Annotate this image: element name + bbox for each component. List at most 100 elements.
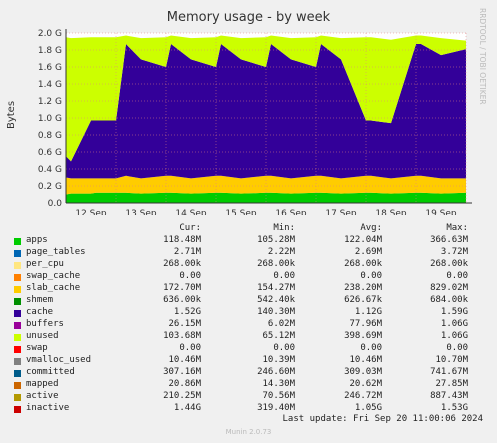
legend-swatch bbox=[14, 298, 21, 305]
legend-max: 1.59G bbox=[440, 307, 468, 317]
legend-header-cur: Cur: bbox=[179, 223, 201, 233]
memory-chart: 0.0 0.2 G 0.4 G 0.6 G 0.8 G 1.0 G 1.2 G 1.4 G 1.… bbox=[6, 29, 472, 215]
legend-min: 2.22M bbox=[267, 247, 295, 257]
legend-row-per_cpu: per_cpu 268.00k 268.00k 268.00k 268.00k bbox=[0, 259, 497, 271]
legend-row-apps: apps 118.48M 105.28M 122.04M 366.63M bbox=[0, 235, 497, 247]
y-tick-label: 0.8 G bbox=[38, 131, 62, 141]
legend-avg: 77.96M bbox=[349, 319, 382, 329]
legend-min: 6.02M bbox=[267, 319, 295, 329]
last-update: Last update: Fri Sep 20 11:00:06 2024 bbox=[282, 414, 483, 424]
y-tick-label: 1.0 G bbox=[38, 114, 62, 124]
legend-cur: 118.48M bbox=[163, 235, 201, 245]
legend-name: committed bbox=[26, 367, 75, 377]
y-tick-label: 1.4 G bbox=[38, 80, 62, 90]
legend-name: per_cpu bbox=[26, 259, 64, 269]
y-tick-label: 0.4 G bbox=[38, 165, 62, 175]
legend-cur: 0.00 bbox=[179, 271, 201, 281]
legend-name: apps bbox=[26, 235, 48, 245]
legend-swatch bbox=[14, 262, 21, 269]
legend-cur: 210.25M bbox=[163, 391, 201, 401]
legend-cur: 172.70M bbox=[163, 283, 201, 293]
legend-max: 741.67M bbox=[430, 367, 468, 377]
legend-max: 10.70M bbox=[435, 355, 468, 365]
munin-version: Munin 2.0.73 bbox=[225, 428, 272, 436]
legend-name: inactive bbox=[26, 403, 70, 413]
legend-cur: 26.15M bbox=[168, 319, 201, 329]
legend-max: 887.43M bbox=[430, 391, 468, 401]
legend-max: 1.53G bbox=[440, 403, 468, 413]
x-tick-label: 17 Sep bbox=[325, 209, 357, 215]
y-tick-label: 1.8 G bbox=[38, 46, 62, 56]
legend-max: 829.02M bbox=[430, 283, 468, 293]
legend-name: buffers bbox=[26, 319, 64, 329]
x-tick-label: 16 Sep bbox=[275, 209, 307, 215]
legend-row-swap_cache: swap_cache 0.00 0.00 0.00 0.00 bbox=[0, 271, 497, 283]
y-tick-label: 2.0 G bbox=[38, 29, 62, 39]
legend-max: 1.06G bbox=[440, 319, 468, 329]
legend-name: page_tables bbox=[26, 247, 86, 257]
legend-swatch bbox=[14, 322, 21, 329]
legend-avg: 20.62M bbox=[349, 379, 382, 389]
legend-max: 0.00 bbox=[446, 271, 468, 281]
legend-max: 27.85M bbox=[435, 379, 468, 389]
legend-swatch bbox=[14, 310, 21, 317]
legend-name: swap_cache bbox=[26, 271, 81, 281]
y-tick-label: 0.0 bbox=[48, 199, 63, 209]
x-tick-label: 19 Sep bbox=[425, 209, 457, 215]
legend-cur: 1.52G bbox=[173, 307, 201, 317]
legend-avg: 122.04M bbox=[344, 235, 382, 245]
legend-row-slab_cache: slab_cache 172.70M 154.27M 238.20M 829.02M bbox=[0, 283, 497, 295]
legend-cur: 268.00k bbox=[163, 259, 201, 269]
legend-row-vmalloc_used: vmalloc_used 10.46M 10.39M 10.46M 10.70M bbox=[0, 355, 497, 367]
legend-name: slab_cache bbox=[26, 283, 81, 293]
legend-swatch bbox=[14, 334, 21, 341]
legend-name: vmalloc_used bbox=[26, 355, 92, 365]
legend-name: cache bbox=[26, 307, 54, 317]
legend-row-page_tables: page_tables 2.71M 2.22M 2.69M 3.72M bbox=[0, 247, 497, 259]
legend-name: swap bbox=[26, 343, 48, 353]
legend-swatch bbox=[14, 394, 21, 401]
legend-header-avg: Avg: bbox=[360, 223, 382, 233]
legend-min: 65.12M bbox=[262, 331, 295, 341]
legend-avg: 1.05G bbox=[354, 403, 382, 413]
legend-min: 10.39M bbox=[262, 355, 295, 365]
legend-cur: 20.86M bbox=[168, 379, 201, 389]
legend-name: mapped bbox=[26, 379, 59, 389]
x-tick-label: 14 Sep bbox=[175, 209, 207, 215]
legend-cur: 10.46M bbox=[168, 355, 201, 365]
legend-avg: 1.12G bbox=[354, 307, 382, 317]
x-tick-label: 18 Sep bbox=[375, 209, 407, 215]
legend-avg: 626.67k bbox=[344, 295, 382, 305]
legend-swatch bbox=[14, 346, 21, 353]
legend-max: 366.63M bbox=[430, 235, 468, 245]
legend-avg: 2.69M bbox=[354, 247, 382, 257]
legend-min: 0.00 bbox=[273, 271, 295, 281]
legend-min: 319.40M bbox=[257, 403, 295, 413]
y-tick-label: 1.6 G bbox=[38, 63, 62, 73]
legend-avg: 238.20M bbox=[344, 283, 382, 293]
legend-row-unused: unused 103.68M 65.12M 398.69M 1.06G bbox=[0, 331, 497, 343]
y-tick-label: 1.2 G bbox=[38, 97, 62, 107]
legend-name: unused bbox=[26, 331, 59, 341]
legend-min: 105.28M bbox=[257, 235, 295, 245]
legend-swatch bbox=[14, 382, 21, 389]
legend-min: 268.00k bbox=[257, 259, 295, 269]
legend-max: 1.06G bbox=[440, 331, 468, 341]
legend-swatch bbox=[14, 286, 21, 293]
legend-name: shmem bbox=[26, 295, 54, 305]
area-slab_cache bbox=[66, 175, 466, 195]
legend-min: 246.60M bbox=[257, 367, 295, 377]
legend-row-mapped: mapped 20.86M 14.30M 20.62M 27.85M bbox=[0, 379, 497, 391]
legend-avg: 10.46M bbox=[349, 355, 382, 365]
legend-row-cache: cache 1.52G 140.30M 1.12G 1.59G bbox=[0, 307, 497, 319]
legend-swatch bbox=[14, 274, 21, 281]
legend-min: 542.40k bbox=[257, 295, 295, 305]
x-tick-label: 15 Sep bbox=[225, 209, 257, 215]
y-axis-label: Bytes bbox=[6, 101, 17, 129]
y-tick-label: 0.6 G bbox=[38, 148, 62, 158]
legend-avg: 309.03M bbox=[344, 367, 382, 377]
legend-cur: 103.68M bbox=[163, 331, 201, 341]
legend-swatch bbox=[14, 250, 21, 257]
legend-avg: 0.00 bbox=[360, 271, 382, 281]
legend-cur: 2.71M bbox=[173, 247, 201, 257]
